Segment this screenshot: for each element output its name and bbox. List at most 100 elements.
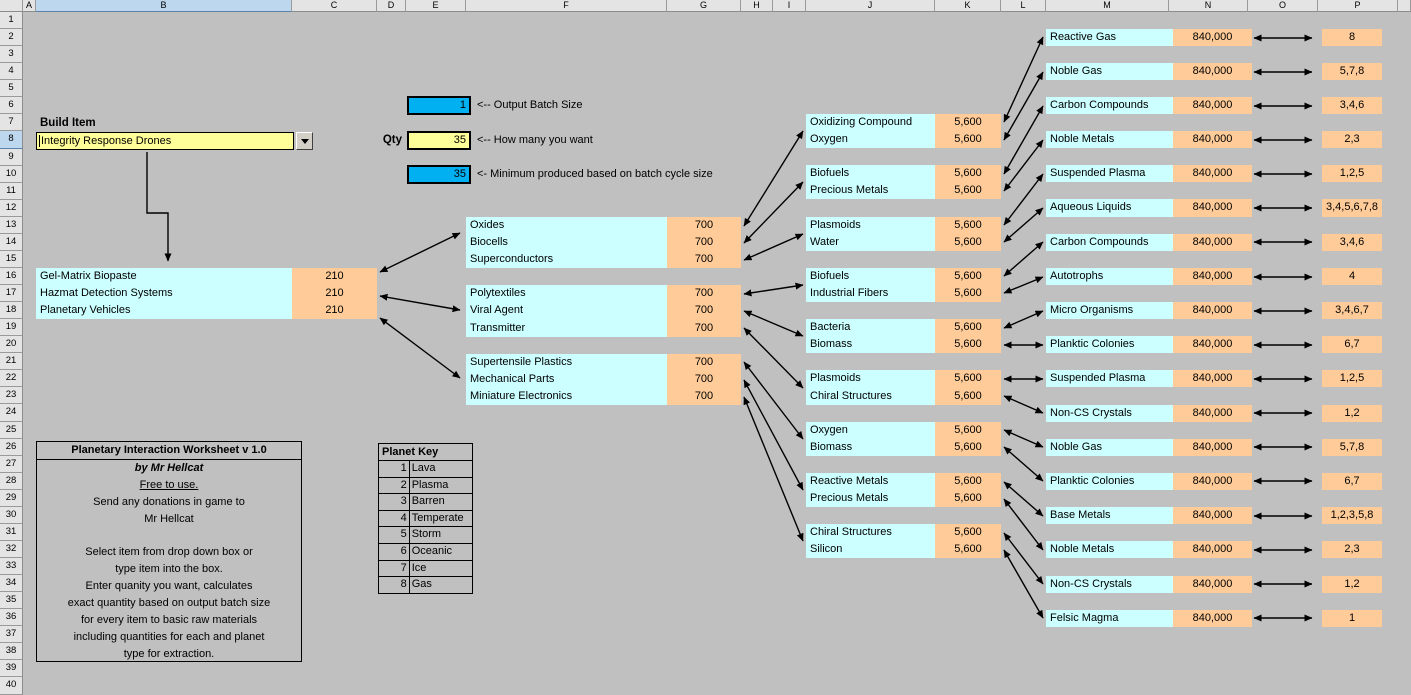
- tier3-quantity[interactable]: 5,600: [935, 490, 1001, 507]
- row-header[interactable]: 18: [0, 302, 23, 320]
- tier2-quantity[interactable]: 700: [667, 251, 741, 268]
- tier4-planet-types[interactable]: 1,2,3,5,8: [1322, 507, 1382, 525]
- tier3-quantity-cells[interactable]: 5,600 5,600: [935, 524, 1001, 559]
- tier4-planet-types[interactable]: 6,7: [1322, 472, 1382, 491]
- output-batch-size-cell[interactable]: 1: [407, 96, 471, 115]
- tier2-item-cells[interactable]: Polytextiles Viral Agent Transmitter: [466, 285, 667, 337]
- tier4-material[interactable]: Planktic Colonies: [1046, 472, 1173, 491]
- row-header[interactable]: 19: [0, 319, 23, 337]
- tier2-quantity[interactable]: 700: [667, 302, 741, 319]
- tier4-planet-types[interactable]: 3,4,6: [1322, 96, 1382, 114]
- tier3-quantity[interactable]: 5,600: [935, 370, 1001, 387]
- tier2-item[interactable]: Miniature Electronics: [466, 388, 667, 405]
- tier4-quantity[interactable]: 840,000: [1173, 96, 1252, 114]
- tier4-planet-types[interactable]: 2,3: [1322, 541, 1382, 559]
- row-header[interactable]: 16: [0, 267, 23, 285]
- tier4-quantity[interactable]: 840,000: [1173, 541, 1252, 559]
- tier4-material[interactable]: Noble Metals: [1046, 131, 1173, 149]
- tier3-item[interactable]: Silicon: [806, 541, 935, 558]
- qty-input-cell[interactable]: 35: [407, 131, 471, 150]
- tier3-item[interactable]: Biofuels: [806, 165, 935, 182]
- tier4-material[interactable]: Suspended Plasma: [1046, 370, 1173, 388]
- tier4-quantity[interactable]: 840,000: [1173, 472, 1252, 491]
- tier3-quantity[interactable]: 5,600: [935, 439, 1001, 456]
- tier3-item-cells[interactable]: Plasmoids Chiral Structures: [806, 370, 935, 405]
- tier2-quantity-cells[interactable]: 700 700 700: [667, 217, 741, 269]
- tier3-item-cells[interactable]: Bacteria Biomass: [806, 319, 935, 354]
- col-header-h[interactable]: H: [741, 0, 773, 12]
- tier4-quantity[interactable]: 840,000: [1173, 28, 1252, 46]
- row-header[interactable]: 2: [0, 29, 23, 47]
- tier3-quantity[interactable]: 5,600: [935, 114, 1001, 131]
- row-header[interactable]: 8: [0, 131, 23, 149]
- row-header[interactable]: 11: [0, 182, 23, 200]
- tier3-quantity-cells[interactable]: 5,600 5,600: [935, 165, 1001, 200]
- row-header[interactable]: 38: [0, 643, 23, 661]
- tier2-quantity[interactable]: 700: [667, 388, 741, 405]
- tier4-quantity[interactable]: 840,000: [1173, 233, 1252, 251]
- tier3-item[interactable]: Biofuels: [806, 268, 935, 285]
- tier2-item[interactable]: Supertensile Plastics: [466, 354, 667, 371]
- row-header[interactable]: 21: [0, 353, 23, 371]
- col-header-n[interactable]: N: [1169, 0, 1248, 12]
- tier3-item[interactable]: Biomass: [806, 336, 935, 353]
- col-header-j[interactable]: J: [806, 0, 935, 12]
- tier3-item[interactable]: Water: [806, 234, 935, 251]
- tier2-quantity-cells[interactable]: 700 700 700: [667, 285, 741, 337]
- row-header[interactable]: 3: [0, 46, 23, 64]
- tier2-item[interactable]: Biocells: [466, 234, 667, 251]
- build-item-combo-field[interactable]: Integrity Response Drones: [36, 132, 294, 150]
- tier4-quantity[interactable]: 840,000: [1173, 336, 1252, 354]
- row-header[interactable]: 4: [0, 63, 23, 81]
- tier2-item[interactable]: Oxides: [466, 217, 667, 234]
- tier2-item[interactable]: Mechanical Parts: [466, 371, 667, 388]
- tier4-quantity[interactable]: 840,000: [1173, 62, 1252, 80]
- tier3-quantity[interactable]: 5,600: [935, 473, 1001, 490]
- col-header-i[interactable]: I: [773, 0, 806, 12]
- tier2-quantity[interactable]: 700: [667, 285, 741, 302]
- tier3-item[interactable]: Bacteria: [806, 319, 935, 336]
- tier2-quantity[interactable]: 700: [667, 354, 741, 371]
- tier2-item[interactable]: Polytextiles: [466, 285, 667, 302]
- row-header[interactable]: 37: [0, 626, 23, 644]
- tier2-item[interactable]: Transmitter: [466, 320, 667, 337]
- tier3-quantity[interactable]: 5,600: [935, 217, 1001, 234]
- row-header[interactable]: 14: [0, 233, 23, 251]
- tier4-material[interactable]: Carbon Compounds: [1046, 96, 1173, 114]
- tier3-quantity[interactable]: 5,600: [935, 165, 1001, 182]
- tier4-material[interactable]: Non-CS Crystals: [1046, 404, 1173, 422]
- tier4-planet-types[interactable]: 1: [1322, 609, 1382, 627]
- tier4-quantity[interactable]: 840,000: [1173, 165, 1252, 183]
- tier4-quantity[interactable]: 840,000: [1173, 507, 1252, 525]
- tier4-planet-types[interactable]: 1,2: [1322, 404, 1382, 422]
- tier4-planet-types[interactable]: 1,2,5: [1322, 165, 1382, 183]
- tier3-item[interactable]: Reactive Metals: [806, 473, 935, 490]
- col-header-c[interactable]: C: [292, 0, 377, 12]
- tier3-item-cells[interactable]: Biofuels Industrial Fibers: [806, 267, 935, 303]
- build-item-dropdown[interactable]: Integrity Response Drones: [36, 132, 313, 150]
- tier3-quantity-cells[interactable]: 5,600 5,600: [935, 267, 1001, 303]
- select-all-corner[interactable]: [0, 0, 23, 12]
- row-header[interactable]: 27: [0, 455, 23, 473]
- row-header[interactable]: 30: [0, 506, 23, 524]
- tier3-item[interactable]: Plasmoids: [806, 370, 935, 387]
- tier3-item[interactable]: Oxygen: [806, 131, 935, 148]
- row-header[interactable]: 28: [0, 472, 23, 490]
- tier4-planet-types[interactable]: 6,7: [1322, 336, 1382, 354]
- tier3-quantity-cells[interactable]: 5,600 5,600: [935, 472, 1001, 508]
- tier4-planet-types[interactable]: 3,4,6: [1322, 233, 1382, 251]
- tier2-quantity-cells[interactable]: 700 700 700: [667, 353, 741, 406]
- tier4-quantity[interactable]: 840,000: [1173, 302, 1252, 320]
- tier3-item[interactable]: Plasmoids: [806, 217, 935, 234]
- tier3-quantity[interactable]: 5,600: [935, 131, 1001, 148]
- tier3-quantity-cells[interactable]: 5,600 5,600: [935, 114, 1001, 149]
- col-header-g[interactable]: G: [667, 0, 741, 12]
- tier4-material[interactable]: Aqueous Liquids: [1046, 199, 1173, 217]
- col-header-d[interactable]: D: [377, 0, 406, 12]
- tier1-item[interactable]: Hazmat Detection Systems: [36, 285, 292, 302]
- row-header[interactable]: 10: [0, 165, 23, 183]
- tier3-item-cells[interactable]: Plasmoids Water: [806, 216, 935, 251]
- tier4-material[interactable]: Carbon Compounds: [1046, 233, 1173, 251]
- tier4-planet-types[interactable]: 8: [1322, 28, 1382, 46]
- row-header[interactable]: 1: [0, 12, 23, 30]
